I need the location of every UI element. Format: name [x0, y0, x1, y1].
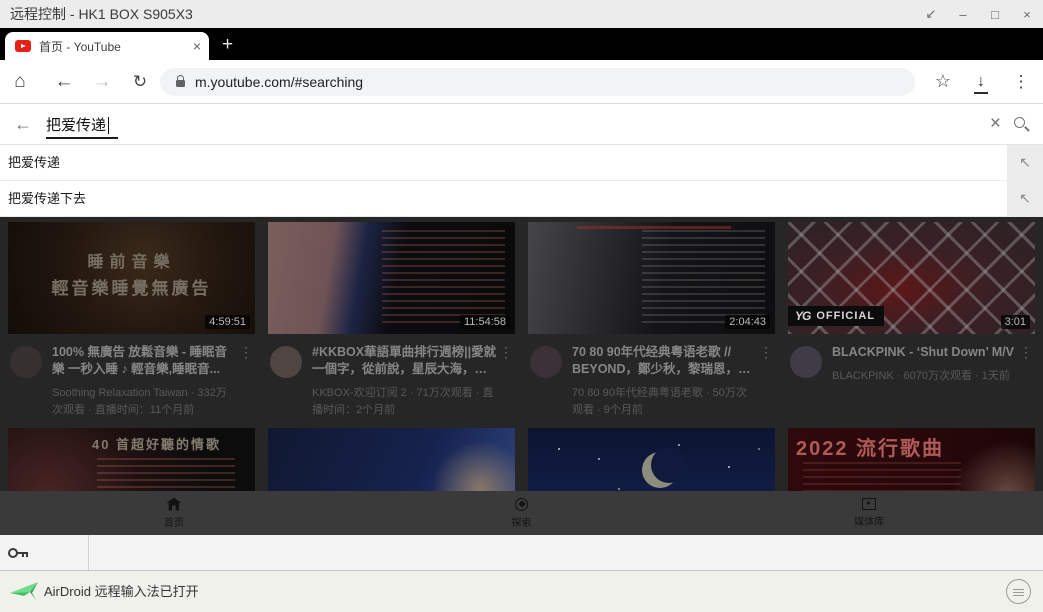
minimize-icon[interactable]: – — [955, 7, 971, 22]
tab-title: 首页 - YouTube — [39, 38, 187, 55]
browser-tab[interactable]: 首页 - YouTube × — [5, 32, 209, 60]
lock-icon — [176, 80, 185, 87]
badge-text: OFFICIAL — [816, 310, 875, 322]
yg-logo-icon: YG — [795, 309, 810, 323]
video-menu-icon[interactable]: ⋮ — [497, 344, 515, 419]
window-title: 远程控制 - HK1 BOX S905X3 — [10, 0, 193, 28]
nav-home[interactable]: 首页 — [0, 491, 348, 535]
video-thumbnail[interactable]: 11:54:58 — [268, 222, 515, 334]
video-title[interactable]: BLACKPINK - ‘Shut Down’ M/V — [832, 344, 1017, 361]
video-card[interactable]: 11:54:58 #KKBOX華語單曲排行週榜||愛就一個字，從前說，星辰大海，… — [268, 222, 515, 419]
search-suggestions: 把爱传递 ↖ 把爱传递下去 ↖ — [0, 145, 1043, 217]
suggestion-item[interactable]: 把爱传递下去 ↖ — [0, 181, 1043, 217]
bookmark-star-icon[interactable]: ☆ — [929, 60, 957, 103]
video-menu-icon[interactable]: ⋮ — [757, 344, 775, 419]
channel-avatar[interactable] — [790, 346, 822, 378]
video-meta: Soothing Relaxation Taiwan · 332万次观看 · 直… — [52, 385, 237, 419]
duration-badge: 4:59:51 — [205, 315, 250, 329]
browser-toolbar: ⌂ ← → ↻ m.youtube.com/#searching ☆ ↓ ⋮ — [0, 60, 1043, 104]
video-card[interactable]: 2:04:43 70 80 90年代经典粤语老歌 // BEYOND，鄭少秋，黎… — [528, 222, 775, 419]
reload-icon[interactable]: ↻ — [126, 60, 154, 103]
new-tab-button[interactable]: + — [222, 32, 233, 58]
nav-label: 探索 — [512, 514, 532, 529]
address-bar[interactable]: m.youtube.com/#searching — [160, 68, 915, 96]
search-input[interactable]: 把爱传递 — [46, 112, 109, 138]
video-meta: 70 80 90年代经典粤语老歌 · 50万次观看 · 9个月前 — [572, 385, 757, 419]
stars-decoration — [558, 448, 560, 450]
video-thumbnail[interactable]: 2:04:43 — [528, 222, 775, 334]
youtube-favicon-icon — [15, 40, 31, 52]
suggestion-text: 把爱传递 — [8, 145, 60, 180]
explore-compass-icon — [515, 498, 528, 511]
tab-strip: 首页 - YouTube × + — [0, 28, 1043, 60]
clear-search-icon[interactable]: × — [990, 104, 1001, 144]
tab-close-icon[interactable]: × — [193, 38, 201, 54]
download-arrow: ↓ — [977, 73, 985, 91]
input-toolbar — [0, 535, 1043, 570]
thumbnail-text: 睡前音樂 — [8, 248, 255, 272]
download-icon[interactable]: ↓ — [967, 60, 995, 103]
nav-label: 首页 — [164, 514, 184, 529]
maximize-icon[interactable]: □ — [987, 7, 1003, 22]
text-caret — [108, 117, 109, 134]
airdroid-status-bar: AirDroid 远程输入法已打开 — [0, 570, 1043, 612]
airdroid-logo-icon — [10, 582, 38, 602]
youtube-page-dimmed: 睡前音樂 輕音樂睡覺無廣告 4:59:51 100% 無廣告 放鬆音樂 - 睡眠… — [0, 217, 1043, 535]
yg-official-badge: YG OFFICIAL — [788, 306, 884, 326]
video-title[interactable]: 100% 無廣告 放鬆音樂 - 睡眠音樂 一秒入睡 ♪ 輕音樂,睡眠音... — [52, 344, 237, 378]
back-icon[interactable]: ← — [50, 60, 78, 103]
video-meta: BLACKPINK · 6070万次观看 · 1天前 — [832, 368, 1017, 385]
suggestion-item[interactable]: 把爱传递 ↖ — [0, 145, 1043, 181]
fit-screen-icon[interactable]: ↙ — [923, 6, 939, 22]
search-icon[interactable] — [1014, 117, 1029, 132]
home-icon[interactable]: ⌂ — [6, 60, 34, 103]
key-icon[interactable] — [8, 548, 28, 558]
video-thumbnail[interactable]: 睡前音樂 輕音樂睡覺無廣告 4:59:51 — [8, 222, 255, 334]
browser-menu-icon[interactable]: ⋮ — [1007, 60, 1035, 103]
video-title[interactable]: 70 80 90年代经典粤语老歌 // BEYOND，鄭少秋，黎瑞恩，陳... — [572, 344, 757, 378]
close-icon[interactable]: × — [1019, 7, 1035, 22]
songlist-decoration — [642, 230, 766, 326]
home-tab-icon — [166, 498, 181, 511]
video-meta: KKBOX-欢迎订阅 2 · 71万次观看 · 直播时间：2个月前 — [312, 385, 497, 419]
channel-avatar[interactable] — [530, 346, 562, 378]
thumbnail-text: 2022 流行歌曲 — [796, 432, 944, 461]
connection-indicator-icon[interactable] — [1006, 579, 1031, 604]
remote-control-window: 远程控制 - HK1 BOX S905X3 ↙ – □ × 首页 - YouTu… — [0, 0, 1043, 612]
video-menu-icon[interactable]: ⋮ — [237, 344, 255, 419]
titlebar: 远程控制 - HK1 BOX S905X3 ↙ – □ × — [0, 0, 1043, 28]
thumbnail-text: 40 首超好聽的情歌 — [92, 434, 221, 453]
insert-suggestion-icon[interactable]: ↖ — [1007, 181, 1043, 216]
video-card[interactable]: YG OFFICIAL 3:01 BLACKPINK - ‘Shut Down’… — [788, 222, 1035, 419]
youtube-search-bar: ← 把爱传递 × — [0, 104, 1043, 145]
duration-badge: 3:01 — [1001, 315, 1030, 329]
duration-badge: 11:54:58 — [460, 315, 510, 329]
video-card[interactable]: 睡前音樂 輕音樂睡覺無廣告 4:59:51 100% 無廣告 放鬆音樂 - 睡眠… — [8, 222, 255, 419]
thumbnail-decoration — [577, 226, 730, 229]
nav-explore[interactable]: 探索 — [348, 491, 696, 535]
forward-icon: → — [88, 60, 116, 103]
suggestion-text: 把爱传递下去 — [8, 181, 86, 216]
divider — [88, 535, 89, 570]
library-icon — [862, 498, 876, 510]
url-text: m.youtube.com/#searching — [195, 74, 363, 90]
video-thumbnail[interactable]: YG OFFICIAL 3:01 — [788, 222, 1035, 334]
youtube-bottom-nav: 首页 探索 媒体库 — [0, 491, 1043, 535]
window-controls: ↙ – □ × — [923, 0, 1035, 28]
thumbnail-text: 輕音樂睡覺無廣告 — [8, 274, 255, 299]
nav-label: 媒体库 — [854, 513, 884, 528]
moon-decoration — [642, 452, 678, 488]
duration-badge: 2:04:43 — [725, 315, 770, 329]
insert-suggestion-icon[interactable]: ↖ — [1007, 145, 1043, 180]
video-title[interactable]: #KKBOX華語單曲排行週榜||愛就一個字，從前說，星辰大海，我... — [312, 344, 497, 378]
nav-library[interactable]: 媒体库 — [695, 491, 1043, 535]
channel-avatar[interactable] — [10, 346, 42, 378]
status-message: AirDroid 远程输入法已打开 — [44, 571, 199, 612]
songlist-decoration — [382, 230, 506, 326]
search-back-icon[interactable]: ← — [14, 104, 32, 144]
video-menu-icon[interactable]: ⋮ — [1017, 344, 1035, 385]
channel-avatar[interactable] — [270, 346, 302, 378]
